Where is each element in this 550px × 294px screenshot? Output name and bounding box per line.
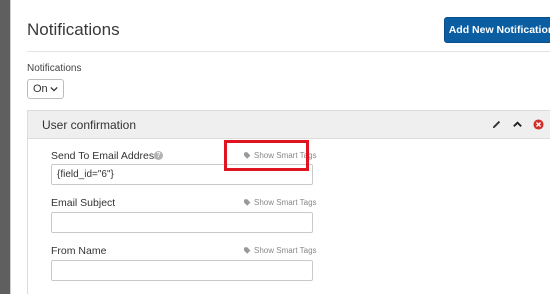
- help-icon[interactable]: ?: [154, 151, 163, 160]
- notification-card: User confirmation Send To Email Address …: [27, 110, 550, 294]
- send-to-email-value: {field_id="6"}: [57, 169, 114, 180]
- from-name-label: From Name: [51, 245, 107, 257]
- card-title: User confirmation: [42, 118, 137, 132]
- send-to-email-label: Send To Email Address: [51, 150, 160, 162]
- add-new-notification-button[interactable]: Add New Notification: [444, 17, 550, 43]
- show-smart-tags-link[interactable]: Show Smart Tags: [244, 246, 317, 255]
- notifications-select-value: On: [33, 83, 48, 95]
- card-header[interactable]: User confirmation: [28, 111, 550, 139]
- chevron-up-icon[interactable]: [512, 119, 523, 130]
- pencil-icon[interactable]: [491, 119, 502, 130]
- smart-tags-highlight-box: [224, 140, 309, 171]
- notifications-select[interactable]: On: [27, 79, 64, 99]
- page-title: Notifications: [27, 20, 120, 39]
- email-subject-label: Email Subject: [51, 197, 116, 209]
- email-subject-input[interactable]: [51, 212, 313, 233]
- tag-icon: [244, 199, 251, 206]
- tag-icon: [244, 247, 251, 254]
- from-name-input[interactable]: [51, 260, 313, 281]
- show-smart-tags-link[interactable]: Show Smart Tags: [244, 198, 317, 207]
- notifications-label: Notifications: [27, 63, 82, 74]
- chevron-down-icon: [50, 86, 58, 92]
- show-smart-tags-label: Show Smart Tags: [254, 246, 317, 255]
- header-divider: [27, 51, 550, 52]
- delete-icon[interactable]: [533, 119, 544, 130]
- show-smart-tags-label: Show Smart Tags: [254, 198, 317, 207]
